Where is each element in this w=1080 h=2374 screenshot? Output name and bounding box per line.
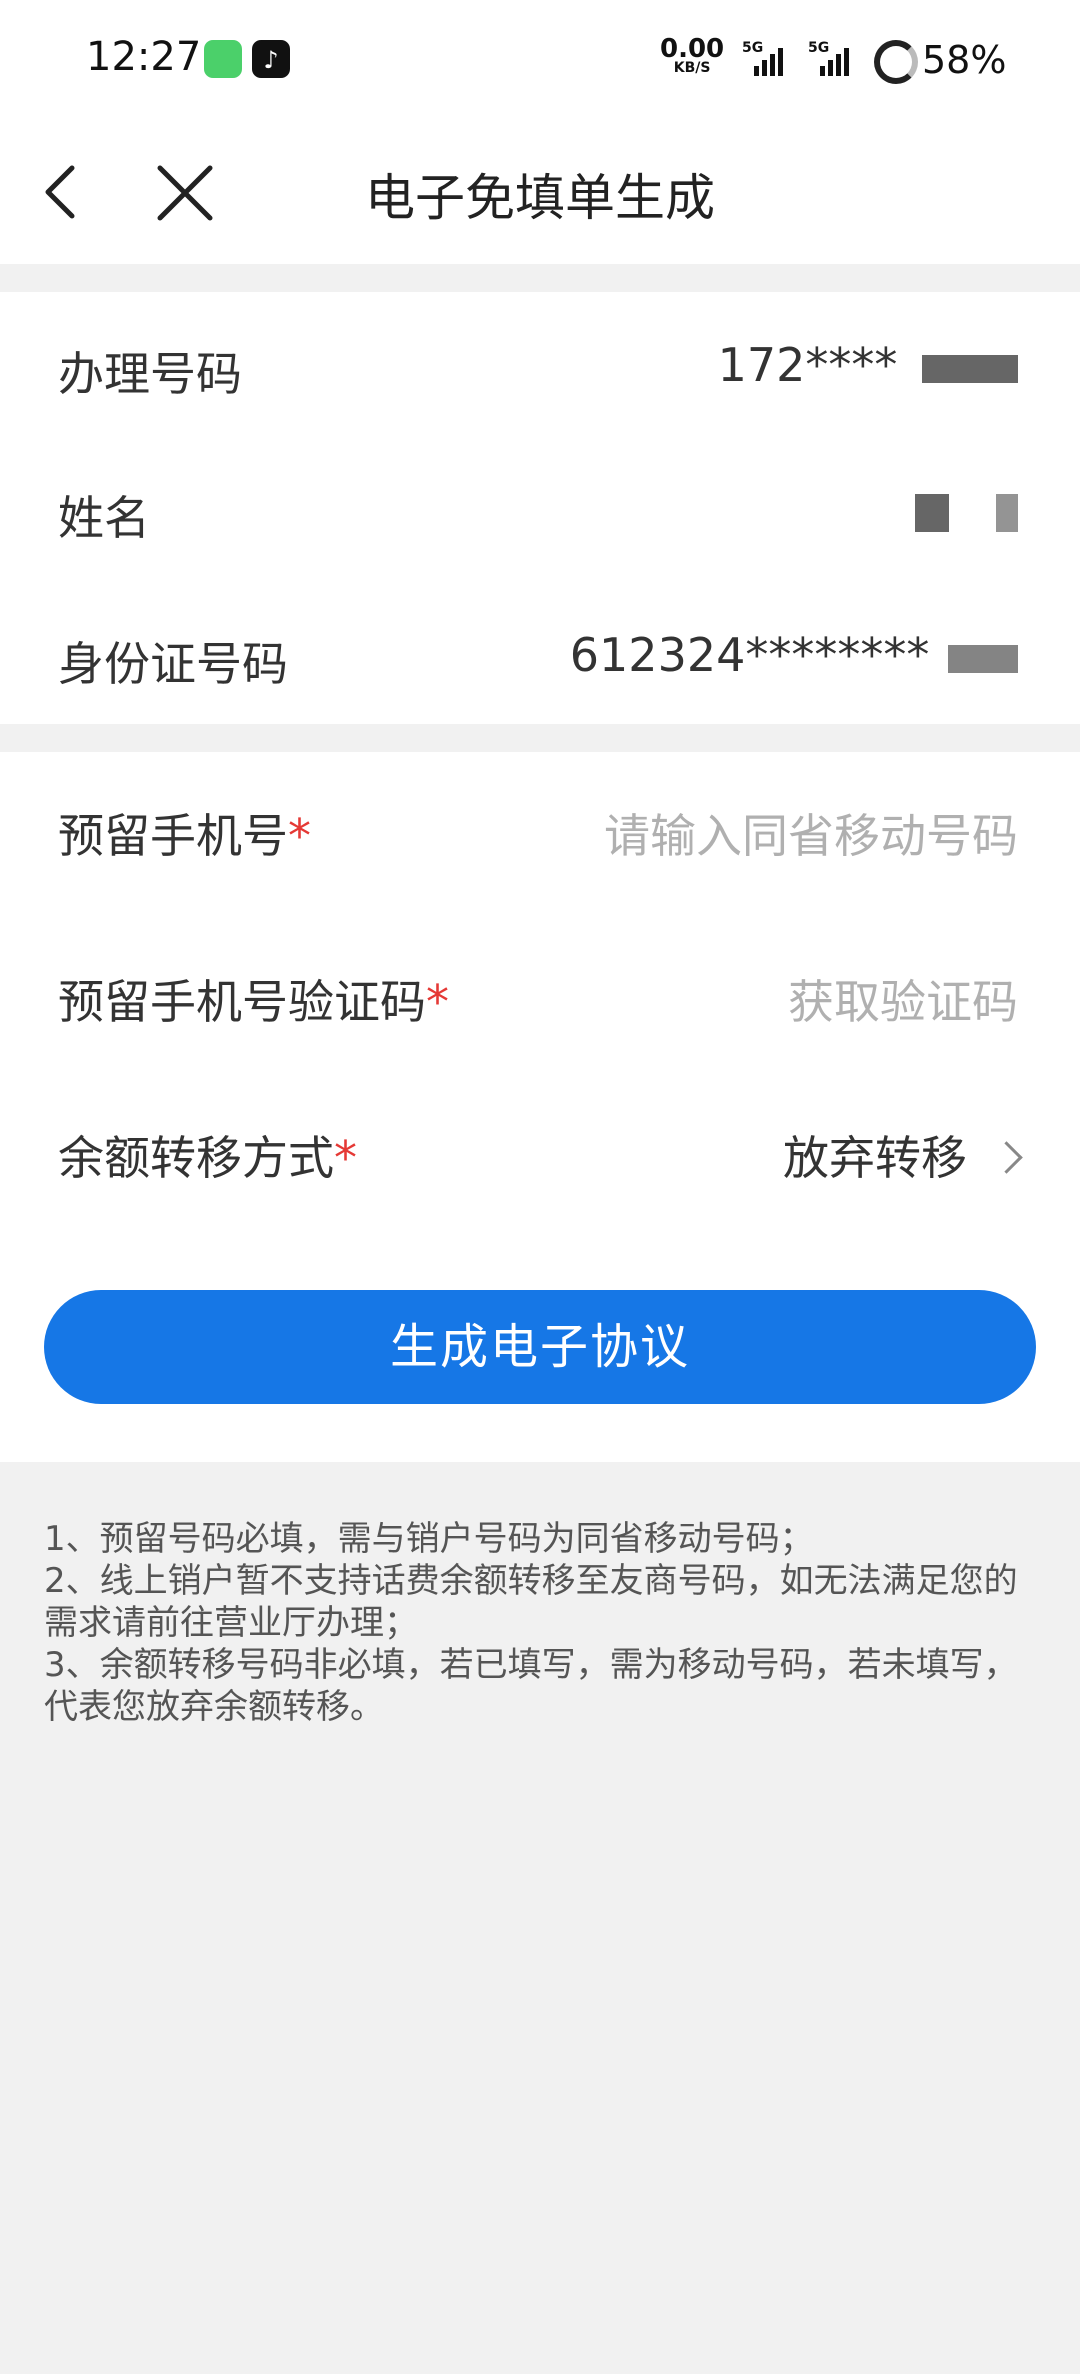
id-value-text: 612324******** [569,628,930,682]
verify-code-label-text: 预留手机号验证码 [58,975,426,1029]
nav-bar: 电子免填单生成 [0,120,1080,264]
status-time: 12:27 [86,34,202,80]
reserved-phone-label-text: 预留手机号 [58,809,288,863]
note-item: 3、余额转移号码非必填，若已填写，需为移动号码，若未填写，代表您放弃余额转移。 [44,1645,1018,1727]
required-mark: * [426,975,449,1029]
page-title: 电子免填单生成 [365,169,715,227]
balance-transfer-select[interactable]: 放弃转移 [783,1122,1023,1188]
reserved-phone-input[interactable]: 请输入同省移动号码 [604,800,1018,866]
reserved-phone-row: 预留手机号* 请输入同省移动号码 [0,782,1080,872]
phone-label: 办理号码 [58,347,242,401]
signal-icon-2: 5G [808,40,849,76]
balance-transfer-label-text: 余额转移方式 [58,1131,334,1185]
note-item: 2、线上销户暂不支持话费余额转移至友商号码，如无法满足您的需求请前往营业厅办理； [44,1561,1018,1643]
required-mark: * [288,809,311,863]
battery-level: 58% [922,38,1007,82]
signal-icon: 5G [742,40,783,76]
masked-block [915,493,950,532]
generate-agreement-button[interactable]: 生成电子协议 [44,1290,1036,1404]
name-label: 姓名 [58,491,150,545]
messages-app-icon [204,40,242,78]
verify-code-label: 预留手机号验证码* [58,966,449,1032]
name-row: 姓名 [0,464,1080,554]
status-bar: 12:27 ♪ 0.00 KB/S 5G 5G 58% [0,0,1080,120]
chevron-right-icon [990,1141,1023,1174]
network-speed: 0.00 KB/S [660,36,724,76]
id-value: 612324******** [570,628,1018,682]
tiktok-app-icon: ♪ [252,40,290,78]
battery-icon [874,40,918,84]
get-verify-code-button[interactable]: 获取验证码 [788,966,1018,1032]
balance-transfer-value: 放弃转移 [783,1131,967,1185]
masked-block [948,644,1018,673]
balance-transfer-row[interactable]: 余额转移方式* 放弃转移 [0,1104,1080,1194]
notes-section: 1、预留号码必填，需与销户号码为同省移动号码； 2、线上销户暂不支持话费余额转移… [44,1518,1034,1728]
phone-value: 172**** [718,338,1018,392]
svg-text:♪: ♪ [263,46,278,74]
verify-code-row: 预留手机号验证码* 获取验证码 [0,948,1080,1038]
reserved-phone-label: 预留手机号* [58,800,311,866]
id-row: 身份证号码 612324******** [0,610,1080,700]
required-mark: * [334,1131,357,1185]
masked-block [922,354,1018,383]
id-label: 身份证号码 [58,637,288,691]
account-info-card: 办理号码 172**** 姓名 身份证号码 612324******** [0,292,1080,724]
masked-block [996,493,1018,532]
svg-text:5G: 5G [808,40,829,56]
svg-text:5G: 5G [742,40,763,56]
name-value [915,482,1018,536]
phone-value-text: 172**** [717,338,898,392]
phone-row: 办理号码 172**** [0,320,1080,410]
balance-transfer-label: 余额转移方式* [58,1122,357,1188]
note-item: 1、预留号码必填，需与销户号码为同省移动号码； [44,1519,814,1559]
